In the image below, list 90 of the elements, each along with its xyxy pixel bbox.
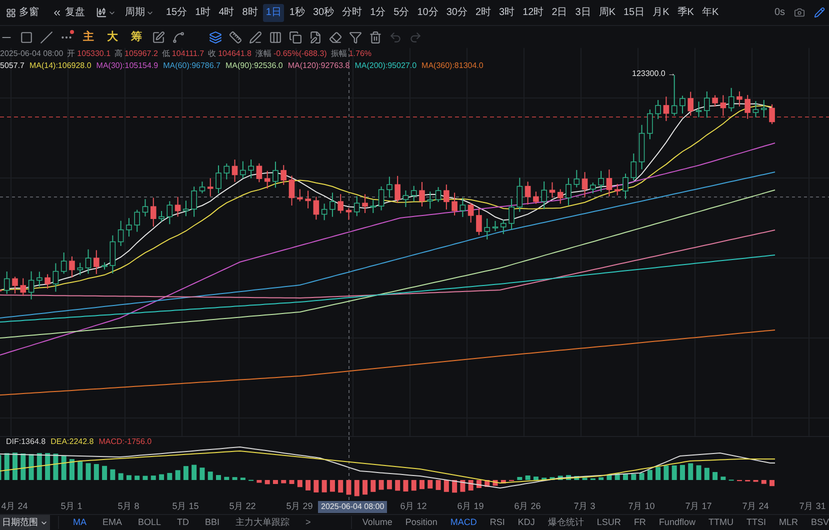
indicator-tool-button[interactable]: 大 (104, 28, 121, 46)
interval-tab[interactable]: 12时 (520, 4, 547, 22)
sub-indicator-tab[interactable]: FR (634, 516, 646, 530)
ohlc-label: 涨幅 (255, 48, 272, 60)
sub-indicator-tab[interactable]: MACD (450, 516, 477, 530)
moving-average-value: 5057.7 (0, 60, 24, 72)
date-tick-label: 5月 15 (172, 500, 199, 514)
interval-tab[interactable]: 5分 (390, 4, 412, 22)
date-tick-label: 7月 17 (685, 500, 712, 514)
ohlc-value: 1.76% (348, 48, 372, 60)
ohlc-value: 104641.8 (218, 48, 252, 60)
main-indicator-tab[interactable]: BBI (205, 516, 220, 530)
interval-tab[interactable]: 1秒 (286, 4, 308, 22)
ohlc-value: 105967.2 (124, 48, 158, 60)
cursor-date-label: 2025-06-04 08:00 (318, 501, 388, 513)
sub-indicator-tab[interactable]: BSV (810, 516, 829, 530)
date-tick-label: 7月 10 (628, 500, 655, 514)
multi-window-button[interactable]: 多窗 (6, 5, 39, 20)
date-tick-label: 5月 8 (118, 500, 140, 514)
main-indicator-tab[interactable]: BOLL (138, 516, 162, 530)
sub-indicator-tab[interactable]: Fundflow (658, 516, 696, 530)
sub-indicator-tab[interactable]: LSUR (596, 516, 621, 530)
countdown-text: 0s (774, 6, 785, 20)
interval-tab[interactable]: 1日 (262, 4, 284, 22)
indicator-tool-button[interactable]: 主 (80, 28, 97, 46)
interval-tab[interactable]: 分时 (339, 4, 366, 22)
sub-indicator-tab[interactable]: RSI (490, 516, 505, 530)
moving-average-value: MA(14):106928.0 (29, 60, 92, 72)
sub-indicator-tab[interactable]: Volume (362, 516, 392, 530)
date-tick-label: 5月 1 (60, 500, 82, 514)
main-indicator-tab[interactable]: EMA (102, 516, 122, 530)
ohlc-value: -0.65%(-688.3) (273, 48, 327, 60)
date-tick-label: 7月 31 (799, 500, 826, 514)
ohlc-label: 振幅 (330, 48, 347, 60)
interval-tab[interactable]: 4时 (216, 4, 238, 22)
indicator-tool-button[interactable]: 筹 (128, 28, 145, 46)
interval-tab[interactable]: 3日 (572, 4, 594, 22)
date-tick-label: 6月 12 (400, 500, 427, 514)
date-tick-label: 7月 3 (574, 500, 596, 514)
interval-tab[interactable]: 1时 (192, 4, 214, 22)
sub-indicator-tab[interactable]: TTMU (708, 516, 734, 530)
interval-tab[interactable]: 8时 (239, 4, 261, 22)
moving-average-value: MA(360):81304.0 (422, 60, 484, 72)
sub-indicator-tab[interactable]: MLR (778, 516, 798, 530)
moving-average-value: MA(60):96786.7 (163, 60, 220, 72)
sub-indicator-tab[interactable]: 爆仓统计 (548, 516, 584, 530)
date-tick-label: 7月 24 (742, 500, 769, 514)
interval-tab[interactable]: 3时 (496, 4, 518, 22)
ohlc-label: 高 (114, 48, 123, 60)
more-indicators-button[interactable]: > (306, 516, 311, 530)
interval-tab[interactable]: 年K (698, 4, 722, 22)
macd-value: DEA:2242.8 (50, 436, 94, 448)
sub-indicator-tab[interactable]: TTSI (746, 516, 766, 530)
date-tick-label: 4月 24 (1, 500, 28, 514)
date-range-button[interactable]: 日期范围 (0, 514, 50, 530)
ohlc-label: 收 (208, 48, 216, 60)
moving-average-value: MA(120):92763.8 (288, 60, 350, 72)
main-indicator-tab[interactable]: MA (73, 516, 86, 530)
moving-average-value: MA(200):95027.0 (354, 60, 417, 72)
interval-tab[interactable]: 2时 (472, 4, 494, 22)
interval-tab[interactable]: 月K (650, 4, 672, 22)
main-indicator-tab[interactable]: 主力大单跟踪 (236, 516, 290, 530)
main-indicator-tab[interactable]: TD (177, 516, 190, 530)
sub-indicator-tab[interactable]: Position (405, 516, 438, 530)
interval-tab[interactable]: 10分 (414, 4, 442, 22)
interval-tab[interactable]: 周K (596, 4, 618, 22)
macd-value: MACD:-1756.0 (98, 436, 152, 448)
interval-tab[interactable]: 15分 (163, 4, 190, 22)
date-tick-label: 5月 29 (286, 500, 313, 514)
date-tick-label: 6月 19 (457, 500, 484, 514)
sub-indicator-tab[interactable]: KDJ (518, 516, 535, 530)
candle-date: 2025-06-04 08:00 (0, 48, 64, 60)
ohlc-label: 开 (67, 48, 76, 60)
high-price-marker: 123300.0 → (632, 68, 676, 80)
moving-average-value: MA(90):92536.0 (226, 60, 283, 72)
period-menu[interactable]: 周期 (125, 5, 154, 20)
interval-tab[interactable]: 30分 (443, 4, 470, 22)
date-tick-label: 6月 26 (514, 500, 541, 514)
macd-value: DIF:1364.8 (6, 436, 46, 448)
interval-tab[interactable]: 季K (674, 4, 697, 22)
ohlc-value: 104111.7 (172, 48, 204, 60)
replay-button[interactable]: 复盘 (52, 5, 85, 20)
moving-average-value: MA(30):105154.9 (96, 60, 158, 72)
ohlc-value: 105330.1 (77, 48, 111, 60)
date-tick-label: 5月 22 (229, 500, 256, 514)
ohlc-label: 低 (162, 48, 170, 60)
interval-tab[interactable]: 30秒 (310, 4, 338, 22)
interval-tab[interactable]: 1分 (367, 4, 389, 22)
interval-tab[interactable]: 2日 (548, 4, 570, 22)
interval-tab[interactable]: 15日 (620, 4, 648, 22)
